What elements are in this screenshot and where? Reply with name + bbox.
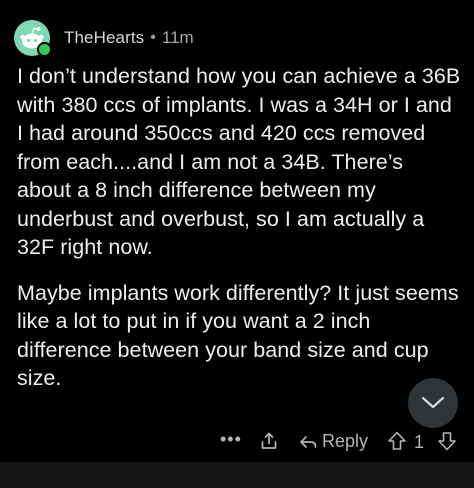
comment-paragraph: Maybe implants work differently? It just… bbox=[17, 280, 459, 391]
share-icon bbox=[261, 432, 277, 449]
upvote-button[interactable] bbox=[386, 430, 408, 457]
avatar[interactable] bbox=[14, 20, 52, 57]
scroll-down-button[interactable] bbox=[408, 378, 458, 428]
comment-time: 11m bbox=[161, 28, 194, 47]
comment-action-bar: ••• Reply 1 bbox=[0, 427, 474, 459]
meta-separator: • bbox=[150, 29, 156, 46]
comment-paragraph: I don’t understand how you can achieve a… bbox=[17, 64, 461, 259]
reply-button[interactable]: Reply bbox=[298, 431, 368, 452]
online-status-dot bbox=[37, 42, 52, 57]
reply-arrow-icon bbox=[300, 435, 317, 448]
comment-body: I don’t understand how you can achieve a… bbox=[17, 62, 462, 410]
downvote-arrow-icon bbox=[438, 432, 456, 451]
share-button[interactable] bbox=[259, 431, 279, 456]
comment-author[interactable]: TheHearts bbox=[64, 28, 144, 48]
more-options-button[interactable]: ••• bbox=[220, 429, 242, 450]
chevron-down-icon bbox=[421, 396, 445, 409]
vote-score: 1 bbox=[414, 432, 425, 452]
next-comment-divider bbox=[0, 462, 474, 488]
upvote-arrow-icon bbox=[388, 431, 406, 450]
comment-header: TheHearts • 11m bbox=[14, 18, 194, 58]
downvote-button[interactable] bbox=[436, 430, 458, 457]
comment-card: TheHearts • 11m I don’t understand how y… bbox=[0, 0, 474, 462]
reply-label: Reply bbox=[322, 431, 369, 451]
